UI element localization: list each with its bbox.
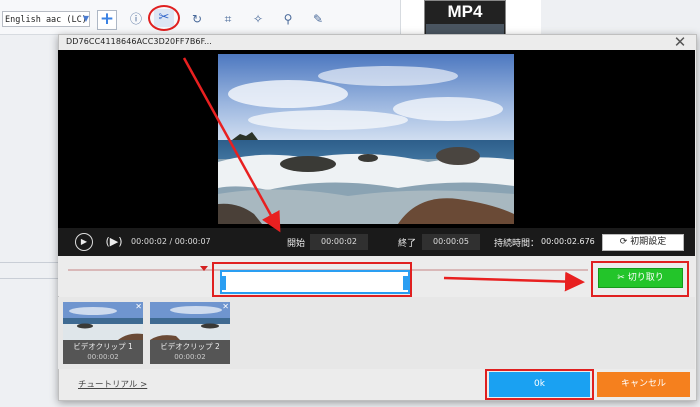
refresh-icon: ⟳ xyxy=(619,237,631,247)
clip-duration: 00:00:02 xyxy=(87,353,119,361)
clip-duration: 00:00:02 xyxy=(174,353,206,361)
close-icon[interactable]: ✕ xyxy=(670,34,690,50)
divider xyxy=(0,278,58,279)
clip-item[interactable]: ✕ ビデオクリップ 2 00:00:02 xyxy=(150,302,230,364)
reset-label: 初期設定 xyxy=(630,237,667,247)
divider xyxy=(0,262,58,263)
dialog-title: DD76CC4118646ACC3D20FF7B6F... xyxy=(66,37,212,46)
selection-highlight-box xyxy=(212,262,412,297)
info-icon[interactable]: ⓘ xyxy=(128,11,144,27)
reset-button[interactable]: ⟳ 初期設定 xyxy=(602,234,684,251)
start-time-field[interactable]: 00:00:02 xyxy=(310,234,368,250)
scissors-highlight-circle xyxy=(148,5,180,31)
audio-track-select[interactable]: English aac (LC) xyxy=(2,11,90,27)
duration-value: 00:00:02.676 xyxy=(541,237,595,246)
clip-label: ビデオクリップ 1 xyxy=(73,342,133,351)
next-frame-icon[interactable]: (▶) xyxy=(104,233,124,251)
clip-thumbnail xyxy=(63,302,143,340)
play-icon[interactable]: ▶ xyxy=(75,233,93,251)
chevron-down-icon[interactable]: ▼ xyxy=(79,11,93,27)
video-frame xyxy=(218,54,514,224)
playhead-marker[interactable] xyxy=(200,266,208,271)
clip-label: ビデオクリップ 2 xyxy=(160,342,220,351)
duration-label: 持続時間： xyxy=(494,239,540,249)
watermark-stamp-icon[interactable]: ⚲ xyxy=(280,11,296,27)
subtitle-edit-icon[interactable]: ✎ xyxy=(310,11,326,27)
film-strip-icon xyxy=(426,24,504,34)
crop-icon[interactable]: ⌗ xyxy=(220,11,236,27)
clip-item[interactable]: ✕ ビデオクリップ 1 00:00:02 xyxy=(63,302,143,364)
end-label: 終了 xyxy=(398,239,417,249)
close-icon[interactable]: ✕ xyxy=(222,302,229,311)
start-label: 開始 xyxy=(287,239,306,249)
time-display: 00:00:02 / 00:00:07 xyxy=(131,237,211,246)
close-icon[interactable]: ✕ xyxy=(135,302,142,311)
tutorial-link[interactable]: チュートリアル > xyxy=(78,378,147,390)
rotate-icon[interactable]: ↻ xyxy=(189,11,205,27)
effects-wand-icon[interactable]: ✧ xyxy=(250,11,266,27)
cancel-button[interactable]: キャンセル xyxy=(597,372,690,397)
add-audio-button[interactable]: + xyxy=(97,10,117,30)
clip-thumbnail xyxy=(150,302,230,340)
end-time-field[interactable]: 00:00:05 xyxy=(422,234,480,250)
cut-button-highlight-box xyxy=(591,261,689,297)
format-label: MP4 xyxy=(447,2,483,21)
ok-button-highlight-box xyxy=(485,369,594,400)
